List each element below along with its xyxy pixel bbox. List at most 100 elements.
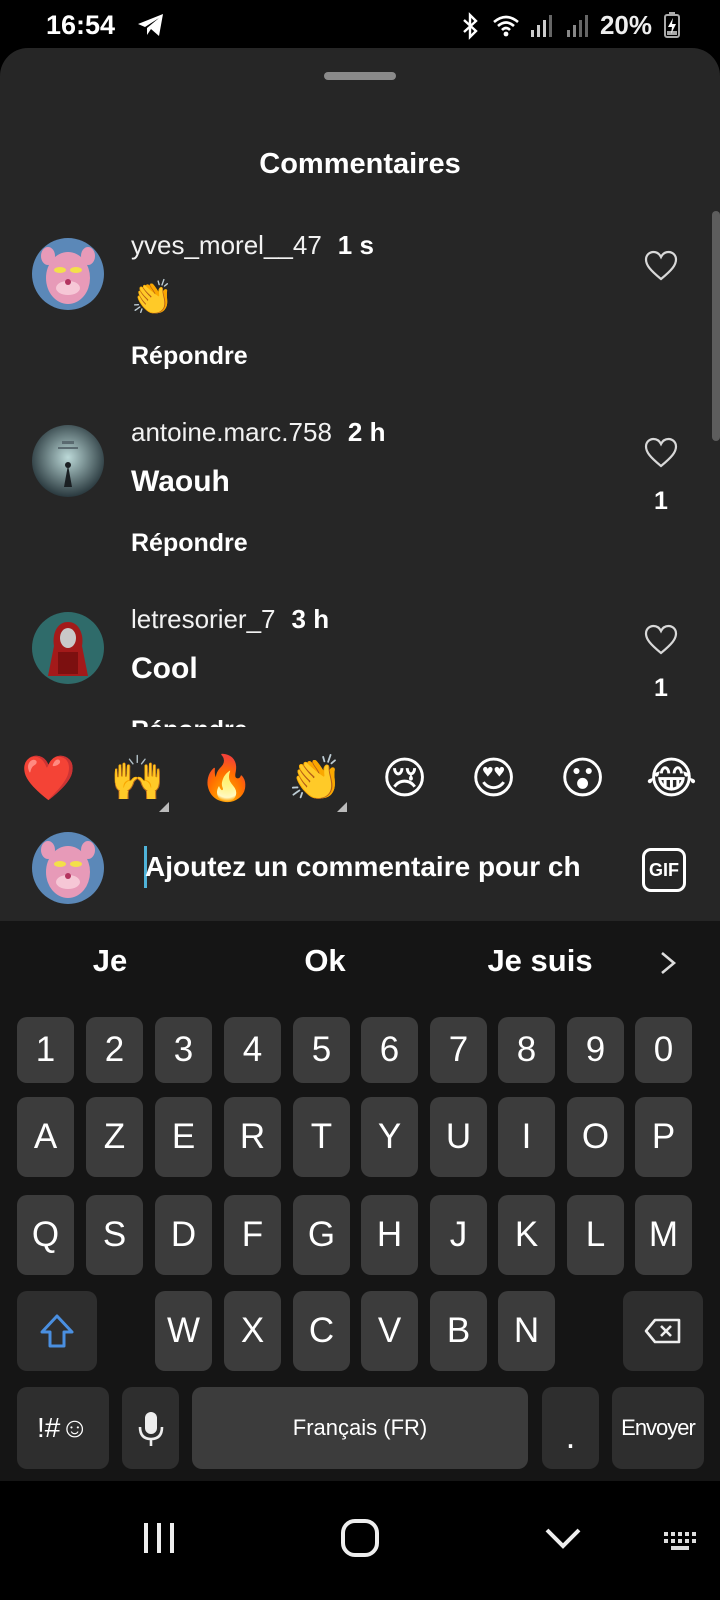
quick-reactions-bar: ❤️ 🙌 🔥 👏 😢 😍 😮 😂 — [0, 728, 720, 828]
home-icon[interactable] — [335, 1513, 385, 1563]
key-q[interactable]: Q — [17, 1195, 74, 1275]
reaction-heart[interactable]: ❤️ — [14, 752, 84, 804]
key-6[interactable]: 6 — [361, 1017, 418, 1083]
key-7[interactable]: 7 — [430, 1017, 487, 1083]
key-m[interactable]: M — [635, 1195, 692, 1275]
comment-input[interactable] — [145, 842, 608, 892]
backspace-key[interactable] — [623, 1291, 703, 1371]
microphone-icon — [138, 1412, 163, 1446]
comment-username[interactable]: yves_morel__47 — [131, 230, 322, 260]
key-d[interactable]: D — [155, 1195, 212, 1275]
key-e[interactable]: E — [155, 1097, 212, 1177]
reaction-clap-emoji: 👏 — [288, 754, 343, 803]
reply-button[interactable]: Répondre — [131, 716, 248, 727]
comment-composer: GIF — [0, 818, 720, 918]
key-a[interactable]: A — [17, 1097, 74, 1177]
avatar[interactable] — [32, 612, 104, 684]
hooded-figure-avatar-icon — [32, 612, 104, 684]
symbols-key[interactable]: !#☺ — [17, 1387, 109, 1469]
key-r[interactable]: R — [224, 1097, 281, 1177]
avatar[interactable] — [32, 425, 104, 497]
key-4[interactable]: 4 — [224, 1017, 281, 1083]
battery-percentage: 20% — [599, 10, 652, 40]
avatar[interactable] — [32, 238, 104, 310]
key-c[interactable]: C — [293, 1291, 350, 1371]
reaction-surprised[interactable]: 😮 — [548, 753, 618, 804]
reaction-fire[interactable]: 🔥 — [192, 752, 262, 804]
recent-apps-icon[interactable] — [134, 1513, 184, 1563]
letter-row-1: A Z E R T Y U I O P — [0, 1097, 720, 1180]
comments-sheet: Commentaires yves_morel__47 1 s 👏 Répondr… — [0, 48, 720, 921]
reaction-clap[interactable]: 👏 — [281, 752, 351, 812]
comment-text: 👏 — [131, 278, 173, 318]
key-t[interactable]: T — [293, 1097, 350, 1177]
heart-icon[interactable] — [644, 437, 678, 469]
key-k[interactable]: K — [498, 1195, 555, 1275]
key-y[interactable]: Y — [361, 1097, 418, 1177]
key-i[interactable]: I — [498, 1097, 555, 1177]
portrait-avatar-icon — [32, 425, 104, 497]
key-o[interactable]: O — [567, 1097, 624, 1177]
suggestion-3[interactable]: Je suis — [460, 943, 620, 979]
drag-handle[interactable] — [324, 72, 396, 80]
key-w[interactable]: W — [155, 1291, 212, 1371]
key-8[interactable]: 8 — [498, 1017, 555, 1083]
gif-button[interactable]: GIF — [642, 848, 686, 892]
comment-username[interactable]: antoine.marc.758 — [131, 417, 332, 447]
keyboard-switch-icon[interactable] — [660, 1513, 700, 1563]
like-count: 1 — [654, 487, 668, 515]
comment-text: Waouh — [131, 465, 230, 498]
reaction-heart-eyes[interactable]: 😍 — [459, 753, 529, 804]
key-5[interactable]: 5 — [293, 1017, 350, 1083]
key-j[interactable]: J — [430, 1195, 487, 1275]
key-f[interactable]: F — [224, 1195, 281, 1275]
key-s[interactable]: S — [86, 1195, 143, 1275]
key-l[interactable]: L — [567, 1195, 624, 1275]
chevron-right-icon[interactable] — [656, 949, 680, 977]
key-h[interactable]: H — [361, 1195, 418, 1275]
key-u[interactable]: U — [430, 1097, 487, 1177]
key-3[interactable]: 3 — [155, 1017, 212, 1083]
key-x[interactable]: X — [224, 1291, 281, 1371]
shift-icon — [40, 1314, 74, 1348]
key-9[interactable]: 9 — [567, 1017, 624, 1083]
pink-panther-avatar-icon — [32, 238, 104, 310]
hide-keyboard-icon[interactable] — [538, 1513, 588, 1563]
voice-input-key[interactable] — [122, 1387, 179, 1469]
own-avatar — [32, 832, 104, 904]
reply-button[interactable]: Répondre — [131, 529, 248, 558]
space-bar[interactable]: Français (FR) — [192, 1387, 528, 1469]
letter-row-2: Q S D F G H J K L M — [0, 1195, 720, 1278]
suggestion-2[interactable]: Ok — [270, 943, 380, 979]
key-v[interactable]: V — [361, 1291, 418, 1371]
letter-row-3: W X C V B N — [0, 1291, 720, 1374]
send-key[interactable]: Envoyer — [612, 1387, 704, 1469]
reaction-crying[interactable]: 😢 — [370, 753, 440, 804]
key-0[interactable]: 0 — [635, 1017, 692, 1083]
key-g[interactable]: G — [293, 1195, 350, 1275]
sheet-title: Commentaires — [259, 148, 461, 180]
keyboard: Je Ok Je suis 1 2 3 4 5 6 7 8 9 0 A Z E … — [0, 921, 720, 1481]
shift-key[interactable] — [17, 1291, 97, 1371]
key-2[interactable]: 2 — [86, 1017, 143, 1083]
telegram-icon — [138, 14, 163, 36]
heart-icon[interactable] — [644, 250, 678, 282]
key-n[interactable]: N — [498, 1291, 555, 1371]
key-b[interactable]: B — [430, 1291, 487, 1371]
comment-emoji: 👏 — [131, 279, 174, 317]
key-z[interactable]: Z — [86, 1097, 143, 1177]
reply-button[interactable]: Répondre — [131, 342, 248, 371]
heart-icon[interactable] — [644, 624, 678, 656]
bluetooth-icon — [463, 11, 478, 40]
reaction-raised-hands[interactable]: 🙌 — [103, 752, 173, 812]
key-p[interactable]: P — [635, 1097, 692, 1177]
suggestion-1[interactable]: Je — [60, 943, 160, 979]
comment-username[interactable]: letresorier_7 — [131, 604, 276, 634]
reaction-laughing[interactable]: 😂 — [637, 753, 707, 804]
period-key[interactable]: . — [542, 1387, 599, 1469]
key-1[interactable]: 1 — [17, 1017, 74, 1083]
system-navigation-bar — [0, 1481, 720, 1600]
suggestion-bar: Je Ok Je suis — [0, 921, 720, 1005]
skin-tone-indicator — [158, 802, 169, 812]
number-row: 1 2 3 4 5 6 7 8 9 0 — [0, 1017, 720, 1100]
